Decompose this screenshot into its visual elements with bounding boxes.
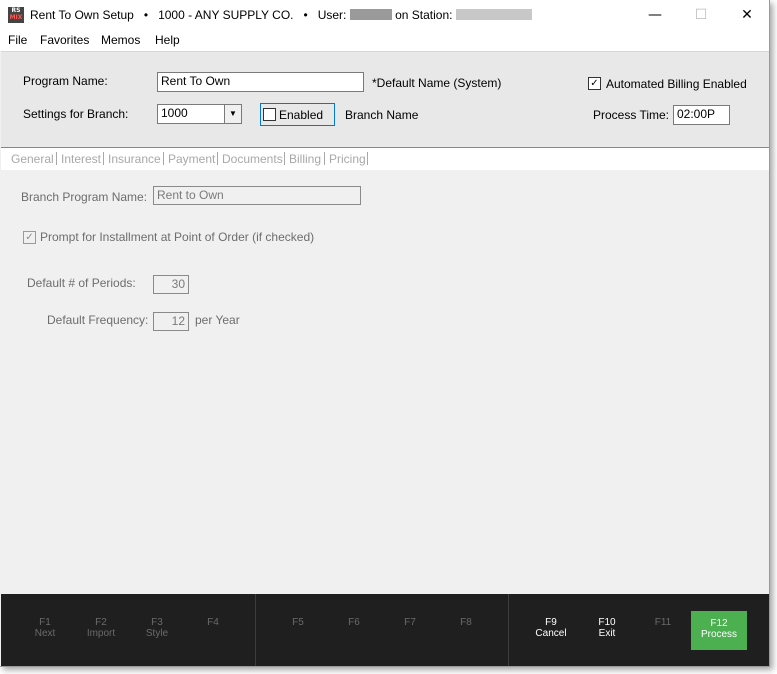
f5-button[interactable]: F5 bbox=[270, 617, 326, 628]
branch-select[interactable]: 1000 ▼ bbox=[157, 104, 242, 124]
fkey-label: Exit bbox=[598, 628, 616, 639]
default-periods-input[interactable]: 30 bbox=[153, 275, 189, 294]
fkey-code: F8 bbox=[460, 617, 472, 628]
fkey-label: Cancel bbox=[535, 628, 567, 639]
branch-program-name-input[interactable]: Rent to Own bbox=[153, 186, 361, 205]
title-branch-company: 1000 - ANY SUPPLY CO. bbox=[158, 8, 294, 22]
tab-insurance[interactable]: Insurance bbox=[108, 152, 161, 166]
fkey-code: F3 bbox=[151, 617, 163, 628]
default-name-note: *Default Name (System) bbox=[372, 76, 502, 90]
title-user-label: User: bbox=[317, 8, 347, 22]
title-separator: • bbox=[143, 8, 149, 22]
checkmark-icon: ✓ bbox=[590, 78, 599, 89]
title-separator: • bbox=[303, 8, 308, 22]
tab-separator bbox=[217, 152, 218, 165]
f6-button[interactable]: F6 bbox=[326, 617, 382, 628]
enabled-label: Enabled bbox=[279, 108, 324, 122]
fkey-code: F12 bbox=[710, 618, 728, 629]
default-periods-label: Default # of Periods: bbox=[27, 276, 136, 290]
tab-separator bbox=[103, 152, 104, 165]
tab-documents[interactable]: Documents bbox=[222, 152, 283, 166]
settings-branch-label: Settings for Branch: bbox=[23, 107, 129, 121]
tab-interest[interactable]: Interest bbox=[61, 152, 101, 166]
title-station-label: on Station: bbox=[395, 8, 453, 22]
menu-bar: File Favorites Memos Help bbox=[0, 31, 769, 51]
f8-button[interactable]: F8 bbox=[438, 617, 494, 628]
fkey-label: Import bbox=[86, 628, 116, 639]
menu-favorites[interactable]: Favorites bbox=[40, 33, 89, 47]
f4-button[interactable]: F4 bbox=[185, 617, 241, 628]
title-app-name: Rent To Own Setup bbox=[30, 8, 134, 22]
f10-exit-button[interactable]: F10 Exit bbox=[579, 617, 635, 639]
tab-separator bbox=[284, 152, 285, 165]
branch-name-label: Branch Name bbox=[345, 108, 419, 122]
checkmark-icon: ✓ bbox=[25, 232, 34, 243]
fkey-group-divider bbox=[508, 594, 509, 666]
branch-select-value: 1000 bbox=[161, 106, 188, 120]
menu-memos[interactable]: Memos bbox=[101, 33, 140, 47]
general-tab-content: Branch Program Name: Rent to Own ✓ Promp… bbox=[1, 170, 769, 594]
tab-general[interactable]: General bbox=[11, 152, 54, 166]
f7-button[interactable]: F7 bbox=[382, 617, 438, 628]
program-name-input[interactable]: Rent To Own bbox=[157, 72, 364, 92]
title-bar: RS MIX Rent To Own Setup • 1000 - ANY SUP… bbox=[0, 0, 769, 31]
per-year-label: per Year bbox=[195, 313, 240, 327]
branch-program-name-label: Branch Program Name: bbox=[21, 190, 148, 204]
prompt-installment-label: Prompt for Installment at Point of Order… bbox=[40, 230, 315, 244]
minimize-button[interactable]: — bbox=[632, 0, 678, 31]
process-time-label: Process Time: bbox=[593, 108, 670, 122]
process-time-input[interactable]: 02:00P bbox=[673, 105, 730, 125]
tab-bar: General Interest Insurance Payment Docum… bbox=[1, 148, 769, 170]
fkey-label: Style bbox=[145, 628, 169, 639]
f11-button[interactable]: F11 bbox=[635, 617, 691, 628]
prompt-installment-checkbox[interactable]: ✓ bbox=[23, 231, 36, 244]
program-name-label: Program Name: bbox=[23, 74, 108, 88]
tab-separator bbox=[56, 152, 57, 165]
default-frequency-label: Default Frequency: bbox=[47, 313, 149, 327]
fkey-label: Next bbox=[34, 628, 56, 639]
window-title: Rent To Own Setup • 1000 - ANY SUPPLY CO… bbox=[30, 8, 532, 22]
f12-process-button[interactable]: F12 Process bbox=[691, 611, 747, 650]
tab-separator bbox=[367, 152, 368, 165]
f2-import-button[interactable]: F2 Import bbox=[73, 617, 129, 639]
tab-separator bbox=[163, 152, 164, 165]
program-header-panel bbox=[1, 51, 769, 148]
enabled-toggle[interactable]: Enabled bbox=[260, 103, 335, 126]
redacted-station bbox=[455, 9, 532, 20]
automated-billing-label: Automated Billing Enabled bbox=[606, 77, 747, 91]
f3-style-button[interactable]: F3 Style bbox=[129, 617, 185, 639]
rent-to-own-window: RS MIX Rent To Own Setup • 1000 - ANY SUP… bbox=[0, 0, 770, 667]
fkey-code: F1 bbox=[39, 617, 51, 628]
enabled-checkbox[interactable] bbox=[263, 108, 276, 121]
tab-pricing[interactable]: Pricing bbox=[329, 152, 366, 166]
fkey-code: F4 bbox=[207, 617, 219, 628]
fkey-code: F10 bbox=[598, 617, 616, 628]
menu-help[interactable]: Help bbox=[155, 33, 180, 47]
maximize-button[interactable]: ☐ bbox=[678, 0, 724, 31]
tab-billing[interactable]: Billing bbox=[289, 152, 321, 166]
tab-separator bbox=[324, 152, 325, 165]
redacted-user bbox=[349, 9, 392, 20]
app-logo-icon: RS MIX bbox=[8, 7, 24, 23]
f1-next-button[interactable]: F1 Next bbox=[17, 617, 73, 639]
fkey-code: F6 bbox=[348, 617, 360, 628]
function-key-bar: F1 Next F2 Import F3 Style F4 F5 F6 F7 F8 F… bbox=[1, 594, 769, 666]
fkey-code: F2 bbox=[95, 617, 107, 628]
fkey-code: F9 bbox=[545, 617, 557, 628]
default-frequency-input[interactable]: 12 bbox=[153, 312, 189, 331]
fkey-code: F7 bbox=[404, 617, 416, 628]
fkey-code: F11 bbox=[654, 617, 672, 628]
chevron-down-icon[interactable]: ▼ bbox=[224, 105, 241, 123]
f9-cancel-button[interactable]: F9 Cancel bbox=[523, 617, 579, 639]
fkey-group-divider bbox=[255, 594, 256, 666]
fkey-label: Process bbox=[700, 629, 738, 640]
menu-file[interactable]: File bbox=[8, 33, 27, 47]
tab-payment[interactable]: Payment bbox=[168, 152, 215, 166]
fkey-code: F5 bbox=[292, 617, 304, 628]
automated-billing-checkbox[interactable]: ✓ bbox=[588, 77, 601, 90]
close-button[interactable]: ✕ bbox=[724, 0, 770, 31]
